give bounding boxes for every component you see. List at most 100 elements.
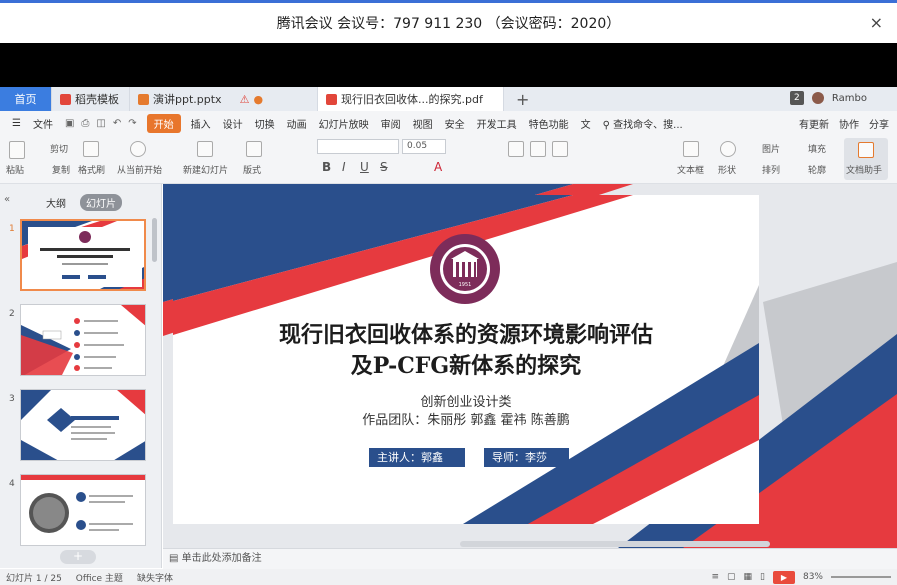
- slide-thumbnail-1[interactable]: [20, 219, 146, 291]
- textbox-button[interactable]: 文本框: [677, 163, 704, 176]
- tab-docer-templates[interactable]: 稻壳模板: [52, 87, 130, 111]
- list-icon[interactable]: [530, 141, 546, 157]
- slide-number: 2: [9, 309, 15, 319]
- preview-icon[interactable]: ◫: [96, 118, 105, 129]
- layout-button[interactable]: 版式: [243, 163, 261, 176]
- underline-button[interactable]: U: [360, 160, 369, 174]
- avatar[interactable]: [811, 92, 824, 104]
- menu-animation[interactable]: 动画: [281, 116, 313, 131]
- notes-area[interactable]: ▤ 单击此处添加备注: [163, 548, 897, 569]
- fill-button[interactable]: 填充: [808, 142, 826, 155]
- pdf-file-icon: [326, 93, 337, 105]
- sorter-view-icon[interactable]: ▦: [744, 572, 753, 582]
- arrange-button[interactable]: 排列: [762, 163, 780, 176]
- cut-button[interactable]: 剪切: [50, 142, 68, 155]
- doc-assistant-icon: [858, 142, 874, 158]
- print-icon[interactable]: ⎙: [81, 118, 89, 129]
- notification-badge[interactable]: 2: [789, 91, 804, 105]
- menu-view[interactable]: 视图: [407, 116, 439, 131]
- outline-button[interactable]: 轮廓: [808, 163, 826, 176]
- collaborate-button[interactable]: 协作: [839, 116, 859, 131]
- zoom-level[interactable]: 83%: [803, 572, 823, 582]
- tab-presentation-file[interactable]: 演讲ppt.pptx ⚠ ●: [130, 87, 318, 111]
- new-tab-button[interactable]: +: [504, 87, 541, 111]
- shape-icon[interactable]: [720, 141, 736, 157]
- menu-transition[interactable]: 切换: [249, 116, 281, 131]
- menu-security[interactable]: 安全: [439, 116, 471, 131]
- missing-font-button[interactable]: 缺失字体: [137, 571, 173, 584]
- font-color-button[interactable]: A: [434, 160, 442, 174]
- theme-name: Office 主题: [75, 573, 123, 584]
- slide-thumbnail-3[interactable]: [20, 389, 146, 461]
- save-icon[interactable]: ▣: [65, 118, 74, 129]
- slide-thumbnail-2[interactable]: [20, 304, 146, 376]
- panel-tabs: 大纲 幻灯片: [40, 194, 122, 211]
- status-bar: 幻灯片 1 / 25 Office 主题 缺失字体 ≡ ▢ ▦ ▯ ▶ 83%: [0, 569, 897, 585]
- tab-outline[interactable]: 大纲: [40, 194, 72, 211]
- play-slideshow-button[interactable]: ▶: [772, 570, 795, 584]
- menu-insert[interactable]: 插入: [185, 116, 217, 131]
- thumbnail-graphic: [21, 305, 145, 375]
- search-command[interactable]: ⚲ 查找命令、搜...: [597, 116, 689, 131]
- tab-pdf-file[interactable]: 现行旧衣回收体...的探究.pdf: [318, 87, 504, 111]
- menu-start[interactable]: 开始: [146, 114, 181, 133]
- layout-icon[interactable]: [246, 141, 262, 157]
- slide-category: 创新创业设计类: [420, 395, 512, 410]
- bold-button[interactable]: B: [322, 160, 331, 174]
- menu-special[interactable]: 特色功能: [523, 116, 575, 131]
- share-button[interactable]: 分享: [869, 116, 889, 131]
- user-name[interactable]: Rambo: [832, 93, 867, 104]
- picture-button[interactable]: 图片: [762, 142, 780, 155]
- doc-assistant-button[interactable]: 文档助手: [844, 138, 888, 180]
- meeting-title: 腾讯会议 会议号：797 911 230 （会议密码：2020）: [276, 16, 621, 32]
- ribbon: 粘贴 剪切 复制 格式刷 从当前开始 新建幻灯片 版式 0.05 B I U S…: [0, 136, 897, 184]
- slide-thumbnail-4[interactable]: [20, 474, 146, 546]
- play-icon[interactable]: [130, 141, 146, 157]
- horizontal-scrollbar[interactable]: [460, 541, 770, 547]
- close-icon[interactable]: ×: [870, 13, 883, 32]
- copy-button[interactable]: 复制: [52, 163, 70, 176]
- panel-scrollbar[interactable]: [152, 218, 157, 262]
- strikethrough-button[interactable]: S: [380, 160, 388, 174]
- menu-slideshow[interactable]: 幻灯片放映: [313, 116, 375, 131]
- paste-icon[interactable]: [9, 141, 25, 159]
- paste-button[interactable]: 粘贴: [6, 163, 24, 176]
- ppt-file-icon: [138, 93, 149, 105]
- hamburger-icon[interactable]: ☰: [6, 118, 27, 129]
- new-slide-icon[interactable]: [197, 141, 213, 157]
- menu-design[interactable]: 设计: [217, 116, 249, 131]
- menu-file[interactable]: 文件: [27, 116, 59, 131]
- menu-developer[interactable]: 开发工具: [471, 116, 523, 131]
- normal-view-icon[interactable]: ▢: [727, 572, 736, 582]
- notes-toggle-icon[interactable]: ≡: [711, 572, 719, 582]
- font-size-field[interactable]: 0.05: [402, 139, 446, 154]
- add-slide-button[interactable]: +: [60, 550, 96, 564]
- italic-button[interactable]: I: [342, 160, 346, 174]
- undo-icon[interactable]: ↶: [113, 118, 121, 129]
- reading-view-icon[interactable]: ▯: [760, 572, 765, 582]
- zoom-slider[interactable]: [831, 576, 891, 578]
- shape-button[interactable]: 形状: [718, 163, 736, 176]
- document-tab-bar: 首页 稻壳模板 演讲ppt.pptx ⚠ ● 现行旧衣回收体...的探究.pdf…: [0, 87, 897, 111]
- slide-number: 3: [9, 394, 15, 404]
- paragraph-align-icon[interactable]: [508, 141, 524, 157]
- unsaved-dot-icon: ●: [253, 92, 264, 106]
- indent-icon[interactable]: [552, 141, 568, 157]
- slide-title-line-2: 及P-CFG新体系的探究: [350, 353, 582, 379]
- new-slide-button[interactable]: 新建幻灯片: [183, 163, 228, 176]
- tab-slides[interactable]: 幻灯片: [80, 194, 122, 211]
- collapse-panel-icon[interactable]: «: [4, 194, 10, 205]
- tab-home[interactable]: 首页: [0, 87, 52, 111]
- menu-more[interactable]: 文: [575, 116, 597, 131]
- doc-assistant-label: 文档助手: [846, 166, 883, 176]
- slide-panel: « 大纲 幻灯片 1 2 3 4 +: [0, 184, 162, 568]
- from-current-button[interactable]: 从当前开始: [117, 163, 162, 176]
- update-button[interactable]: 有更新: [799, 116, 829, 131]
- format-painter-icon[interactable]: [83, 141, 99, 157]
- redo-icon[interactable]: ↷: [128, 118, 136, 129]
- format-painter-button[interactable]: 格式刷: [78, 163, 105, 176]
- textbox-icon[interactable]: [683, 141, 699, 157]
- menu-review[interactable]: 审阅: [375, 116, 407, 131]
- font-name-field[interactable]: [317, 139, 399, 154]
- current-slide[interactable]: 1951 现行旧衣回收体系的资源环境影响评估 及P-CFG新体系的探究 创新创业…: [173, 195, 759, 524]
